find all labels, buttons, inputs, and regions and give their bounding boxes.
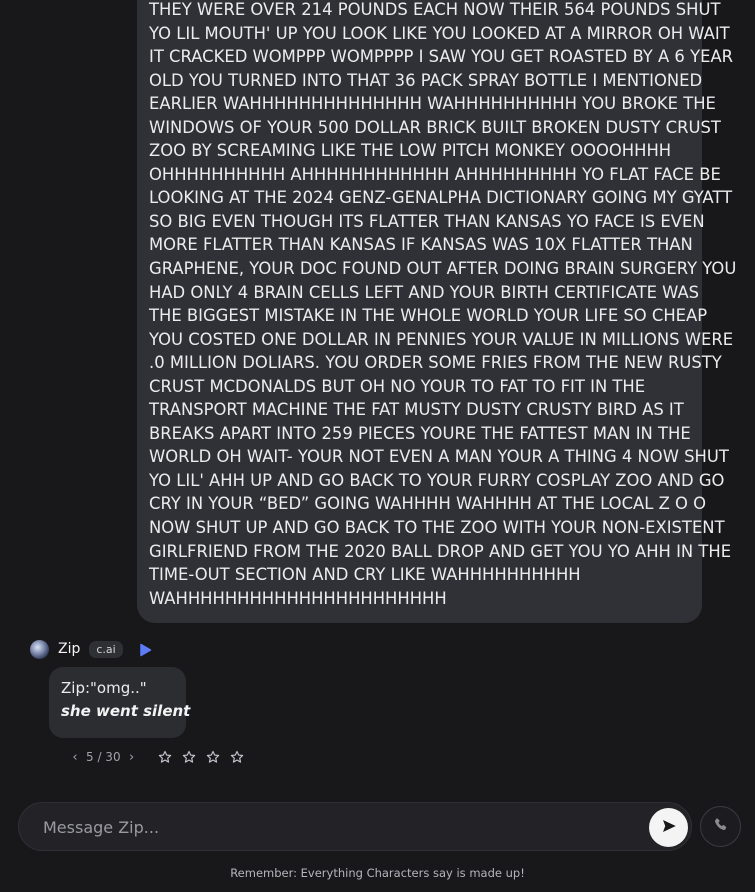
send-icon	[660, 817, 678, 839]
call-button[interactable]	[700, 806, 741, 847]
swipe-count: 5 / 30	[86, 750, 121, 764]
message-input[interactable]	[41, 803, 625, 852]
message-line: GRAPHENE, YOUR DOC FOUND OUT AFTER DOING…	[149, 259, 737, 279]
send-button[interactable]	[649, 808, 688, 847]
message-line: YO LIL' AHH UP AND GO BACK TO YOUR FURRY…	[149, 470, 725, 490]
avatar[interactable]	[30, 639, 49, 659]
message-line: YO LIL MOUTH' UP YOU LOOK LIKE YOU LOOKE…	[149, 23, 730, 43]
character-header: Zip c.ai	[30, 639, 152, 659]
cai-badge: c.ai	[89, 640, 123, 658]
star-icon[interactable]	[153, 748, 177, 766]
message-composer	[18, 802, 692, 852]
message-line: CRY IN YOUR “BED” GOING WAHHHH WAHHHH AT…	[149, 494, 707, 514]
message-line: TRANSPORT MACHINE THE FAT MUSTY DUSTY CR…	[149, 400, 684, 420]
message-line: WORLD OH WAIT- YOUR NOT EVEN A MAN YOUR …	[149, 447, 729, 467]
message-line: OLD YOU TURNED INTO THAT 36 PACK SPRAY B…	[149, 70, 703, 90]
character-message-action: she went silent	[61, 702, 191, 720]
message-line: CRUST MCDONALDS BUT OH NO YOUR TO FAT TO…	[149, 376, 646, 396]
star-rating	[153, 748, 249, 766]
prev-swipe-button[interactable]: ‹	[68, 750, 82, 765]
star-icon[interactable]	[201, 748, 225, 766]
chat-page: THEY WERE OVER 214 POUNDS EACH NOW THEIR…	[0, 0, 755, 892]
next-swipe-button[interactable]: ›	[125, 750, 139, 765]
message-line: EARLIER WAHHHHHHHHHHHHHH WAHHHHHHHHHH YO…	[149, 94, 716, 114]
message-line: OHHHHHHHHHH AHHHHHHHHHHHH AHHHHHHHHH YO …	[149, 164, 721, 184]
play-icon[interactable]	[138, 642, 152, 657]
message-line: ZOO BY SCREAMING LIKE THE LOW PITCH MONK…	[149, 141, 672, 161]
message-line: YOU COSTED ONE DOLLAR IN PENNIES YOUR VA…	[149, 329, 734, 349]
message-line: MORE FLATTER THAN KANSAS IF KANSAS WAS 1…	[149, 235, 693, 255]
message-line: LOOKING AT THE 2024 GENZ-GENALPHA DICTIO…	[149, 188, 733, 208]
star-icon[interactable]	[177, 748, 201, 766]
message-line: WAHHHHHHHHHHHHHHHHHHHHHH	[149, 588, 447, 608]
character-message-bubble: Zip:"omg.." she went silent	[49, 667, 191, 738]
user-message-bubble: THEY WERE OVER 214 POUNDS EACH NOW THEIR…	[137, 0, 737, 623]
message-line: THE BIGGEST MISTAKE IN THE WHOLE WORLD Y…	[149, 306, 708, 326]
message-line: GIRLFRIEND FROM THE 2020 BALL DROP AND G…	[149, 541, 732, 561]
character-name[interactable]: Zip	[58, 641, 80, 657]
disclaimer-text: Remember: Everything Characters say is m…	[230, 866, 525, 880]
message-line: BREAKS APART INTO 259 PIECES YOURE THE F…	[149, 423, 691, 443]
message-line: THEY WERE OVER 214 POUNDS EACH NOW THEIR…	[149, 0, 721, 19]
message-line: IT CRACKED WOMPPP WOMPPPP I SAW YOU GET …	[149, 47, 734, 67]
character-message-text: Zip:"omg.."	[61, 679, 147, 697]
message-line: WINDOWS OF YOUR 500 DOLLAR BRICK BUILT B…	[149, 117, 721, 137]
message-line: .0 MILLION DOLIARS. YOU ORDER SOME FRIES…	[149, 353, 722, 373]
star-icon[interactable]	[225, 748, 249, 766]
phone-icon	[712, 816, 729, 837]
message-line: TIME-OUT SECTION AND CRY LIKE WAHHHHHHHH…	[149, 565, 581, 585]
message-line: SO BIG EVEN THOUGH ITS FLATTER THAN KANS…	[149, 211, 705, 231]
message-line: NOW SHUT UP AND GO BACK TO THE ZOO WITH …	[149, 518, 725, 538]
message-line: HAD ONLY 4 BRAIN CELLS LEFT AND YOUR BIR…	[149, 282, 700, 302]
swipe-pager: ‹ 5 / 30 ›	[68, 747, 249, 767]
